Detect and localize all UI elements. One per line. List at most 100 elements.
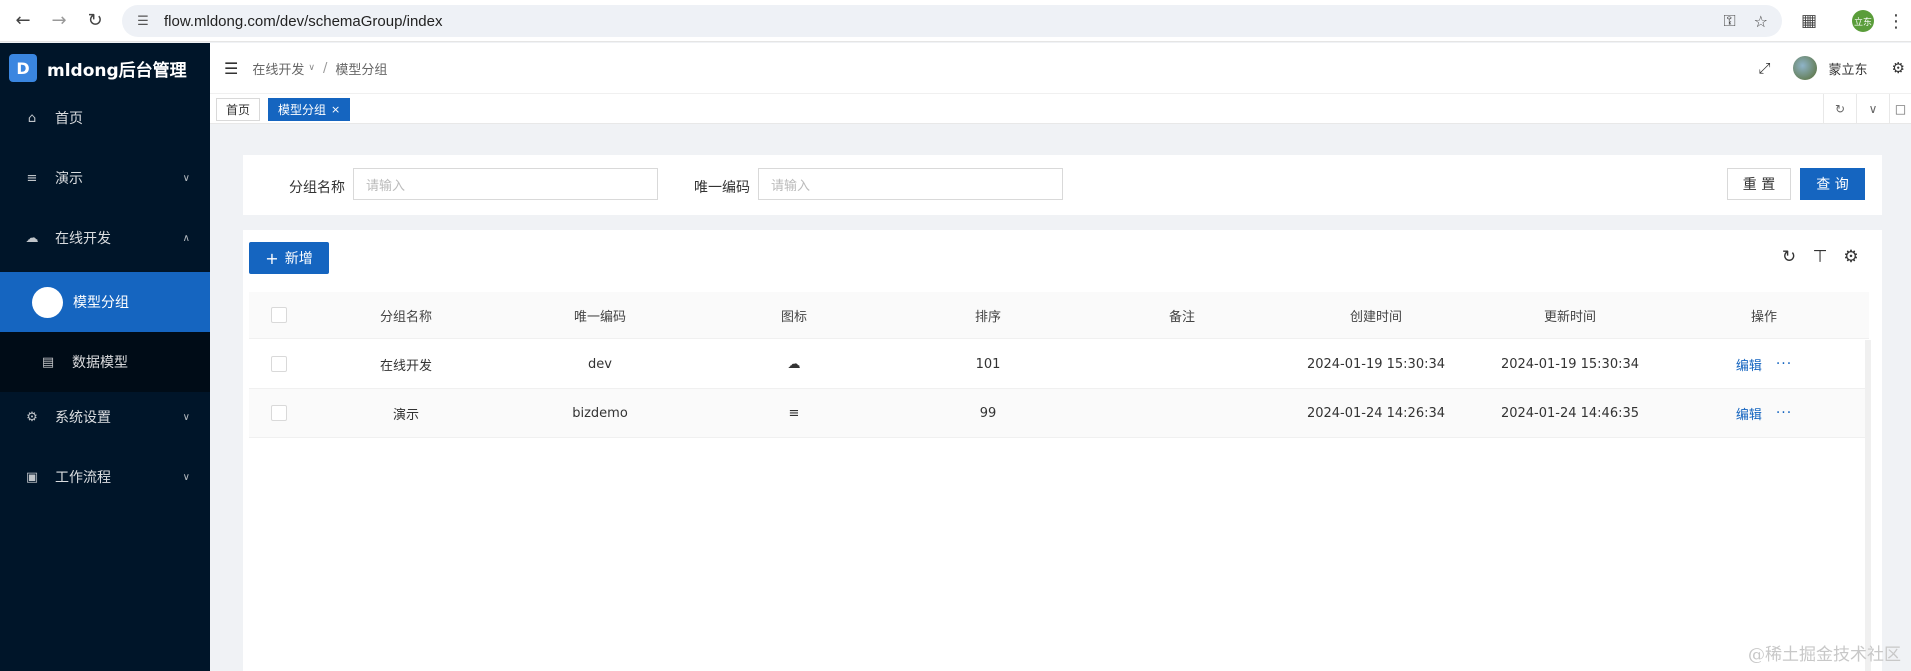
table-header: 分组名称 唯一编码 图标 排序 备注 创建时间 更新时间 操作 [249, 292, 1869, 339]
more-icon[interactable]: ··· [1776, 356, 1792, 372]
cell-actions: 编辑 ··· [1667, 340, 1861, 388]
refresh-icon[interactable]: ↻ [1823, 94, 1856, 124]
select-all-checkbox[interactable] [271, 292, 287, 338]
row-checkbox[interactable] [271, 389, 287, 437]
url-text[interactable]: flow.mldong.com/dev/schemaGroup/index [164, 13, 442, 30]
breadcrumb-item[interactable]: 在线开发 [252, 59, 304, 78]
site-info-icon[interactable]: ☰ [134, 12, 152, 30]
table-card: + 新增 ↻ ⊤ ⚙ 分组名称 唯一编码 图标 排序 备注 创建时间 更新时间 … [243, 230, 1882, 671]
cell-name: 演示 [392, 407, 419, 423]
chevron-up-icon: ∧ [182, 232, 190, 244]
sidebar-item-label: 演示 [55, 171, 83, 187]
close-icon[interactable]: × [331, 103, 340, 116]
column-header[interactable]: 图标 [697, 292, 891, 338]
refresh-icon[interactable]: ↻ [1780, 247, 1798, 267]
reload-icon[interactable]: ↻ [82, 8, 108, 34]
key-icon[interactable]: ⚿ [1723, 11, 1735, 31]
cell-updated: 2024-01-19 15:30:34 [1500, 356, 1640, 372]
maximize-icon[interactable]: □ [1889, 94, 1911, 124]
cell-sort: 99 [979, 405, 997, 421]
logo[interactable]: D mldong后台管理 [0, 43, 210, 93]
app-title: mldong后台管理 [47, 60, 187, 81]
search-form: 分组名称 请输入 唯一编码 请输入 重 置 查 询 [243, 155, 1882, 215]
sidebar-item-workflow[interactable]: ▣ 工作流程 ∨ [0, 453, 210, 501]
cell-updated: 2024-01-24 14:46:35 [1500, 405, 1640, 421]
add-button[interactable]: + 新增 [249, 242, 329, 274]
column-header[interactable]: 备注 [1085, 292, 1279, 338]
unique-code-label: 唯一编码 [694, 180, 750, 196]
breadcrumb-separator: / [322, 60, 328, 76]
column-header[interactable]: 分组名称 [309, 292, 503, 338]
forward-icon[interactable]: → [46, 8, 72, 34]
cell-name: 在线开发 [379, 358, 432, 374]
laptop-icon: ▣ [25, 469, 39, 485]
cloud-icon: ☁ [25, 230, 39, 246]
query-button[interactable]: 查 询 [1800, 168, 1865, 200]
reset-button[interactable]: 重 置 [1727, 168, 1791, 200]
sidebar-item-demo[interactable]: ≡ 演示 ∨ [0, 154, 210, 202]
gear-icon: ⚙ [26, 409, 38, 425]
menu-fold-icon[interactable]: ☰ [224, 59, 238, 78]
chevron-down-icon: ∨ [182, 411, 190, 423]
address-bar[interactable]: ☰ flow.mldong.com/dev/schemaGroup/index … [122, 5, 1782, 37]
column-header[interactable]: 创建时间 [1279, 292, 1473, 338]
cell-created: 2024-01-19 15:30:34 [1306, 356, 1446, 372]
column-header: 操作 [1750, 309, 1777, 325]
row-checkbox[interactable] [271, 340, 287, 388]
gear-icon[interactable]: ⚙ [1842, 247, 1860, 267]
column-header[interactable]: 排序 [891, 292, 1085, 338]
sidebar-item-label: 在线开发 [55, 231, 111, 247]
chevron-down-icon[interactable]: ∨ [1856, 94, 1889, 124]
extensions-icon[interactable]: ▦ [1798, 10, 1820, 32]
sidebar-item-online-dev[interactable]: ☁ 在线开发 ∧ [0, 214, 210, 262]
sidebar-item-system-settings[interactable]: ⚙ 系统设置 ∨ [0, 393, 210, 441]
fullscreen-icon[interactable]: ⤢ [1759, 59, 1771, 77]
group-name-input[interactable]: 请输入 [353, 168, 658, 200]
sidebar-item-schema-group[interactable]: 模型分组 [0, 272, 210, 332]
cloud-icon: ☁ [787, 356, 801, 372]
username[interactable]: 蒙立东 [1829, 59, 1868, 78]
chevron-down-icon: ∨ [182, 172, 190, 184]
breadcrumb-item: 模型分组 [335, 62, 388, 78]
tabs-bar: 首页 模型分组 × ↻ ∨ □ [210, 93, 1911, 124]
more-icon[interactable]: ··· [1776, 405, 1792, 421]
tab-label: 首页 [226, 103, 251, 117]
table-row[interactable]: 演示 bizdemo ≡ 99 2024-01-24 14:26:34 2024… [249, 389, 1869, 438]
column-header[interactable]: 更新时间 [1473, 292, 1667, 338]
sidebar-item-data-model[interactable]: ▤ 数据模型 [0, 336, 210, 388]
profile-avatar[interactable]: 立东 [1852, 10, 1874, 32]
column-header[interactable]: 唯一编码 [503, 292, 697, 338]
star-icon[interactable]: ☆ [1754, 12, 1768, 31]
edit-link[interactable]: 编辑 [1736, 404, 1762, 423]
settings-icon[interactable]: ⚙ [1892, 59, 1905, 77]
cell-remark [1085, 389, 1279, 437]
table-row[interactable]: 在线开发 dev ☁ 101 2024-01-19 15:30:34 2024-… [249, 340, 1869, 389]
cell-sort: 101 [975, 356, 1001, 372]
column-height-icon[interactable]: ⊤ [1811, 247, 1829, 267]
browser-menu-icon[interactable]: ⋮ [1886, 10, 1906, 32]
home-icon: ⌂ [27, 110, 37, 126]
cell-code: bizdemo [572, 405, 628, 421]
logo-mark: D [9, 54, 37, 82]
align-center-icon: ≡ [26, 170, 38, 186]
chevron-down-icon: ∨ [182, 471, 190, 483]
unique-code-input[interactable]: 请输入 [758, 168, 1063, 200]
sidebar-item-label: 首页 [55, 111, 83, 127]
avatar[interactable] [1792, 56, 1817, 80]
tab-home[interactable]: 首页 [216, 98, 261, 121]
group-name-label: 分组名称 [289, 180, 345, 196]
browser-toolbar: ← → ↻ ☰ flow.mldong.com/dev/schemaGroup/… [0, 0, 1911, 42]
align-center-icon: ≡ [788, 405, 800, 421]
edit-link[interactable]: 编辑 [1736, 355, 1762, 374]
sidebar-item-label: 工作流程 [55, 470, 111, 486]
sidebar-item-label: 模型分组 [73, 295, 129, 311]
back-icon[interactable]: ← [10, 8, 36, 34]
tab-schema-group[interactable]: 模型分组 × [268, 98, 351, 121]
chevron-down-icon[interactable]: ∨ [308, 63, 315, 73]
sidebar: D mldong后台管理 ⌂ 首页 ≡ 演示 ∨ ☁ 在线开发 ∧ 模型分组 ▤… [0, 43, 210, 671]
cell-remark [1085, 340, 1279, 388]
tab-label: 模型分组 [278, 103, 327, 117]
sidebar-item-home[interactable]: ⌂ 首页 [0, 94, 210, 142]
table-scrollbar[interactable] [1865, 340, 1871, 671]
database-icon: ▤ [41, 354, 55, 370]
